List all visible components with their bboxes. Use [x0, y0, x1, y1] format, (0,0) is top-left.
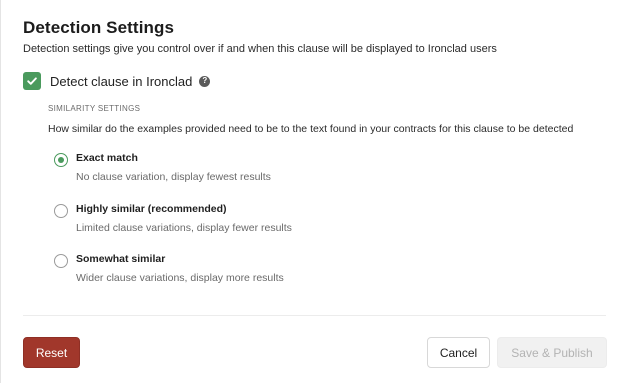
- option-label: Exact match: [76, 152, 138, 164]
- option-exact-match[interactable]: Exact match No clause variation, display…: [54, 152, 271, 183]
- option-somewhat-similar[interactable]: Somewhat similar Wider clause variations…: [54, 253, 284, 284]
- detect-clause-label: Detect clause in Ironclad: [50, 73, 193, 89]
- checkmark-icon: [27, 77, 37, 85]
- cancel-button[interactable]: Cancel: [427, 337, 490, 368]
- radio-highly-similar[interactable]: [54, 204, 68, 218]
- save-publish-button[interactable]: Save & Publish: [497, 337, 607, 368]
- radio-exact-match[interactable]: [54, 153, 68, 167]
- option-description: No clause variation, display fewest resu…: [76, 171, 271, 183]
- option-description: Wider clause variations, display more re…: [76, 272, 284, 284]
- detection-settings-panel: Detection Settings Detection settings gi…: [0, 0, 620, 383]
- option-label: Somewhat similar: [76, 253, 166, 265]
- radio-selected-dot: [58, 157, 64, 163]
- page-title: Detection Settings: [23, 18, 175, 37]
- option-label: Highly similar (recommended): [76, 203, 227, 215]
- detect-clause-row[interactable]: Detect clause in Ironclad ?: [23, 71, 211, 91]
- detect-clause-checkbox[interactable]: [23, 72, 41, 90]
- page-subtitle: Detection settings give you control over…: [23, 43, 497, 55]
- option-description: Limited clause variations, display fewer…: [76, 222, 292, 234]
- similarity-settings-description: How similar do the examples provided nee…: [48, 123, 574, 135]
- similarity-settings-heading: SIMILARITY SETTINGS: [48, 104, 141, 113]
- option-highly-similar[interactable]: Highly similar (recommended) Limited cla…: [54, 203, 292, 234]
- reset-button[interactable]: Reset: [23, 337, 80, 368]
- footer-divider: [23, 315, 606, 316]
- question-icon[interactable]: ?: [199, 75, 211, 87]
- radio-somewhat-similar[interactable]: [54, 254, 68, 268]
